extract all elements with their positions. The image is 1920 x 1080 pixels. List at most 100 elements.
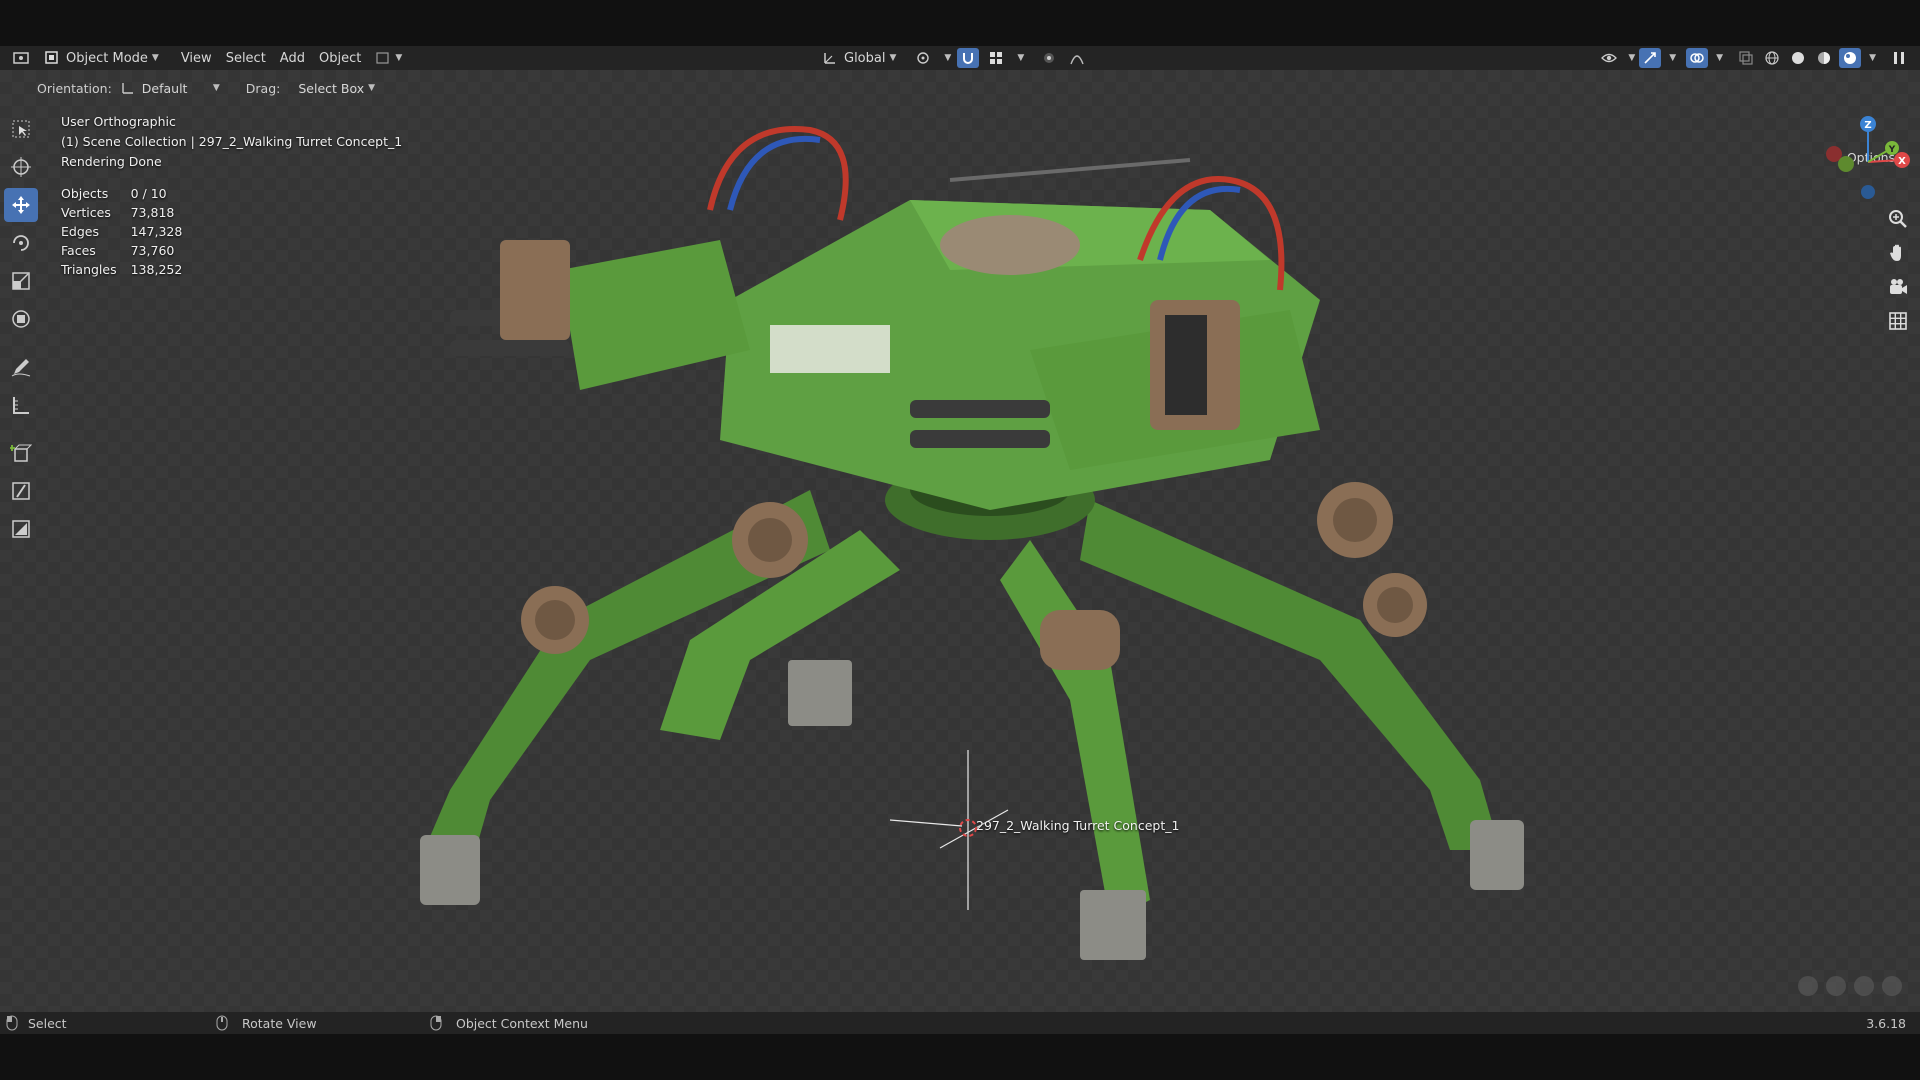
pause-render-button[interactable] [1888,48,1910,68]
zoom-button[interactable] [1882,204,1914,234]
visibility-button[interactable] [1598,48,1620,68]
scene-statistics: Objects 0 / 10 Vertices 73,818 Edges 147,32… [61,184,196,279]
toolbar [4,112,42,550]
menu-add[interactable]: Add [280,51,305,66]
gizmo-y-label: Y [1888,145,1896,155]
mode-selector[interactable]: Object Mode ▼ [44,50,159,66]
snap-toggle-button[interactable] [957,48,980,68]
mode-label: Object Mode [66,50,148,66]
status-bar: Select Rotate View Object Context Menu 3… [0,1012,1920,1034]
chevron-down-icon: ▼ [212,83,220,93]
shading-rendered-button[interactable] [1839,48,1862,68]
overlays-toggle-button[interactable] [1686,48,1709,68]
xray-toggle-button[interactable] [1735,48,1757,68]
mouse-right-icon [430,1015,442,1031]
tool-select-box[interactable] [4,112,38,146]
stat-value: 0 / 10 [130,186,167,201]
falloff-button[interactable] [1066,48,1088,68]
camera-view-button[interactable] [1882,272,1914,302]
stat-value: 73,818 [130,205,175,220]
foot [788,660,852,726]
chevron-down-icon: ▼ [368,83,376,93]
gizmo-neg-y-axis[interactable] [1838,156,1854,172]
tool-add-cube[interactable] [4,436,38,470]
menu-object[interactable]: Object [319,51,361,66]
version-label: 3.6.18 [1866,1015,1906,1031]
snap-target-button[interactable] [985,48,1007,68]
tool-move[interactable] [4,188,38,222]
shading-wireframe-button[interactable] [1761,48,1783,68]
drag-dropdown[interactable]: Select Box ▼ [298,81,375,96]
snap-magnet-icon [963,53,974,64]
navigation-gizmo[interactable]: Z Y X [1820,112,1912,204]
shrink-fatten-icon [12,520,30,538]
gizmo-neg-z-axis[interactable] [1861,185,1875,199]
orientation-label: Orientation: [37,80,112,96]
top-black-bar [0,0,1920,46]
stat-label: Edges [61,224,99,239]
foot [1470,820,1524,890]
tool-shear[interactable] [4,474,38,508]
eye-icon [1601,53,1618,63]
tool-rotate[interactable] [4,226,38,260]
grid-icon [1889,312,1907,330]
orientation-dropdown[interactable]: Default ▼ [120,80,220,96]
chevron-down-icon: ▼ [151,53,159,63]
tool-scale[interactable] [4,264,38,298]
shading-material-button[interactable] [1813,48,1835,68]
perspective-toggle-button[interactable] [1882,306,1914,336]
tool-annotate[interactable] [4,350,38,384]
cursor-icon [11,157,31,177]
chevron-down-icon: ▼ [889,53,897,63]
select-box-icon [12,120,30,138]
mode-options-button[interactable]: ▼ [375,50,402,66]
chevron-down-icon: ▼ [395,53,403,63]
pause-icon [1894,52,1904,64]
viewport-corner-widgets [1798,976,1902,996]
tool-cursor[interactable] [4,150,38,184]
editor-type-icon [13,52,29,64]
tool-measure[interactable] [4,388,38,422]
editor-type-button[interactable] [0,51,44,65]
stat-value: 138,252 [130,262,183,277]
gizmo-toggle-button[interactable] [1639,48,1662,68]
shear-icon [12,482,30,500]
stat-row: Edges 147,328 [61,222,196,241]
viewport-info: User Orthographic (1) Scene Collection |… [61,112,402,172]
proportional-edit-button[interactable] [1038,48,1060,68]
chevron-down-icon: ▼ [1017,53,1025,63]
transform-orientation-dropdown[interactable]: Global ▼ [822,50,896,66]
orientation-value: Default [141,80,188,96]
pan-button[interactable] [1882,238,1914,268]
corner-widget-icon[interactable] [1798,976,1818,996]
mode-options-icon [376,52,389,64]
overlays-icon [1690,53,1704,63]
stat-label: Vertices [61,205,111,220]
corner-widget-icon[interactable] [1882,976,1902,996]
bottom-black-bar [0,1034,1920,1080]
gizmo-z-label: Z [1864,120,1871,131]
measure-ruler-icon [13,397,29,414]
status-rotate-view: Rotate View [242,1015,317,1031]
stat-row: Vertices 73,818 [61,203,196,222]
stat-label: Objects [61,186,109,201]
menu-select[interactable]: Select [226,51,266,66]
pivot-point-button[interactable] [912,48,934,68]
chevron-down-icon: ▼ [1869,53,1876,63]
view-name: User Orthographic [61,114,176,129]
camera-icon [1890,279,1907,294]
corner-widget-icon[interactable] [1854,976,1874,996]
tool-shrink-fatten[interactable] [4,512,38,546]
falloff-curve-icon [1070,55,1084,65]
stat-value: 147,328 [130,224,183,239]
foot [420,835,480,905]
shading-solid-button[interactable] [1787,48,1809,68]
tool-transform[interactable] [4,302,38,336]
menu-view[interactable]: View [181,51,212,66]
stat-row: Faces 73,760 [61,241,196,260]
drag-label: Drag: [245,80,281,96]
mouse-middle-icon [216,1015,228,1031]
add-cube-icon [10,444,32,462]
corner-widget-icon[interactable] [1826,976,1846,996]
wireframe-sphere-icon [1765,51,1779,65]
